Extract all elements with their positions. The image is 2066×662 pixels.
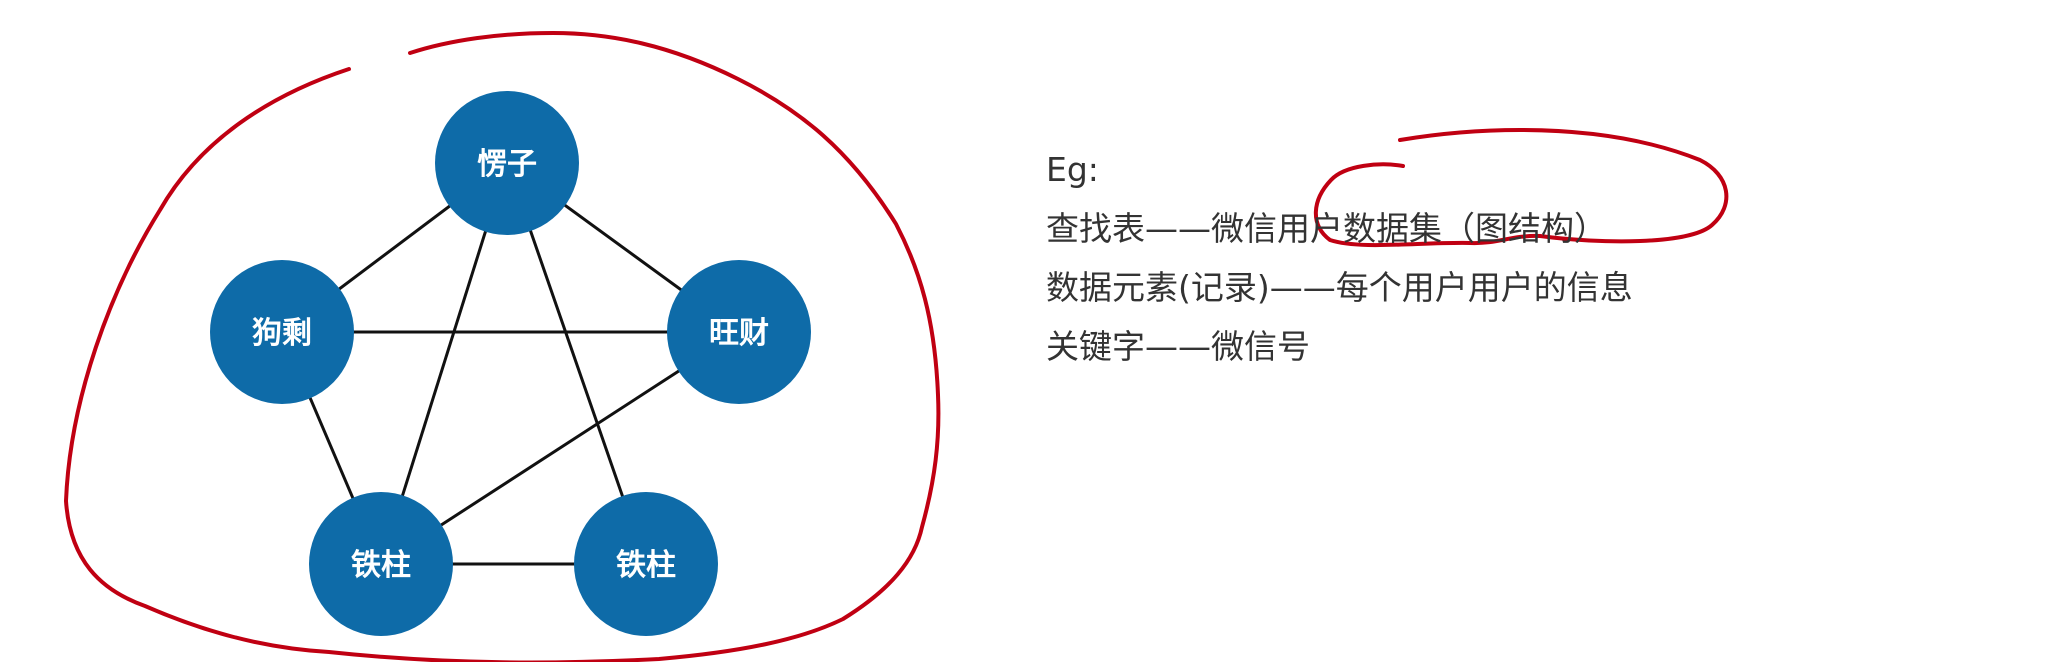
node-label: 铁柱	[351, 548, 411, 583]
node-label: 愣子	[477, 147, 537, 182]
notes-text: Eg: 查找表——微信用户数据集（图结构） 数据元素(记录)——每个用户用户的信…	[1046, 140, 1633, 376]
graph-node: 旺财	[667, 260, 811, 404]
graph-node: 铁柱	[309, 492, 453, 636]
graph-node: 愣子	[435, 91, 579, 235]
notes-line: 查找表——微信用户数据集（图结构）	[1046, 209, 1607, 248]
graph-diagram: 愣子狗剩 旺财铁柱 铁柱	[63, 30, 1729, 662]
nodes: 愣子狗剩 旺财铁柱 铁柱	[210, 91, 811, 636]
notes-line: 数据元素(记录)——每个用户用户的信息	[1046, 268, 1633, 307]
graph-node: 狗剩	[210, 260, 354, 404]
graph-node: 铁柱	[574, 492, 718, 636]
slide: 愣子狗剩 旺财铁柱 铁柱 Eg: 查找表——微信用户数据集（图结构） 数据元素(记录…	[0, 0, 2066, 662]
node-label: 狗剩	[252, 316, 312, 351]
notes-line: 关键字——微信号	[1046, 327, 1310, 366]
node-label: 铁柱	[616, 548, 676, 583]
notes-heading: Eg:	[1046, 150, 1099, 189]
node-label: 旺财	[709, 316, 769, 351]
